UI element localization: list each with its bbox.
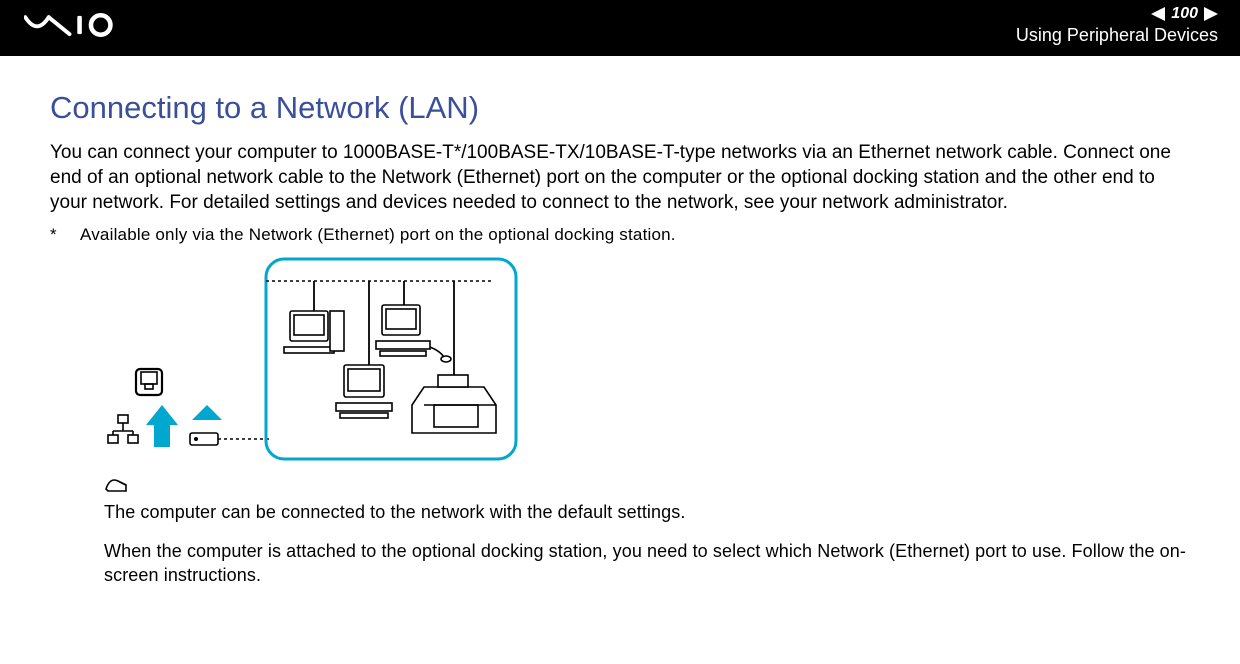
prev-page-icon[interactable] — [1151, 7, 1165, 21]
page-number: 100 — [1171, 5, 1198, 23]
header-right: 100 Using Peripheral Devices — [1016, 5, 1218, 46]
modem-icon — [190, 405, 269, 445]
computer-icon — [284, 311, 344, 353]
lan-diagram — [104, 255, 1190, 465]
computer-icon — [376, 305, 451, 362]
footnote: * Available only via the Network (Ethern… — [50, 225, 1190, 245]
note-text-1: The computer can be connected to the net… — [104, 500, 1190, 524]
header-bar: 100 Using Peripheral Devices — [0, 0, 1240, 54]
page-heading: Connecting to a Network (LAN) — [50, 90, 1190, 126]
note-text-2: When the computer is attached to the opt… — [104, 539, 1190, 588]
computer-icon — [336, 365, 392, 418]
next-page-icon[interactable] — [1204, 7, 1218, 21]
page-nav: 100 — [1016, 5, 1218, 23]
arrow-up-icon — [146, 405, 178, 447]
footnote-marker: * — [50, 225, 62, 245]
section-title: Using Peripheral Devices — [1016, 25, 1218, 46]
note-icon — [104, 475, 130, 498]
printer-icon — [412, 375, 496, 433]
network-tree-icon — [108, 415, 138, 443]
footnote-text: Available only via the Network (Ethernet… — [80, 225, 676, 245]
body-paragraph: You can connect your computer to 1000BAS… — [50, 140, 1190, 215]
page-content: Connecting to a Network (LAN) You can co… — [0, 56, 1240, 587]
ethernet-port-icon — [136, 369, 162, 395]
vaio-logo — [24, 12, 167, 38]
